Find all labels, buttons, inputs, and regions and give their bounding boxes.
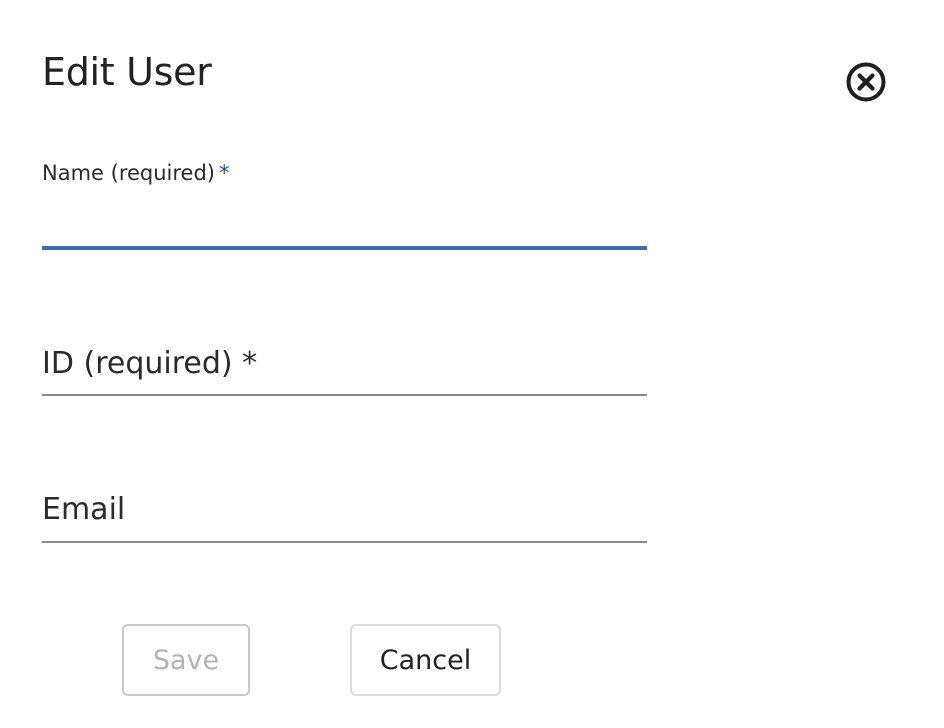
save-button[interactable]: Save [122, 624, 250, 696]
edit-user-dialog: Edit User Name (required) * ID (required)… [0, 0, 944, 728]
id-field-underline [42, 394, 647, 396]
close-button[interactable] [842, 58, 890, 106]
name-field-underline [42, 246, 647, 250]
dialog-title: Edit User [42, 50, 212, 94]
name-field: Name (required) * [42, 150, 647, 252]
email-input[interactable] [42, 488, 647, 536]
name-input[interactable] [42, 202, 647, 246]
name-field-label: Name (required) * [42, 158, 230, 188]
id-input[interactable] [42, 342, 647, 390]
email-field-underline [42, 541, 647, 543]
id-field: ID (required) * [42, 320, 647, 398]
cancel-button[interactable]: Cancel [350, 624, 501, 696]
name-label-text: Name (required) [42, 161, 216, 185]
email-field: Email [42, 466, 647, 544]
required-marker: * [219, 161, 230, 185]
close-circle-icon [842, 58, 890, 106]
